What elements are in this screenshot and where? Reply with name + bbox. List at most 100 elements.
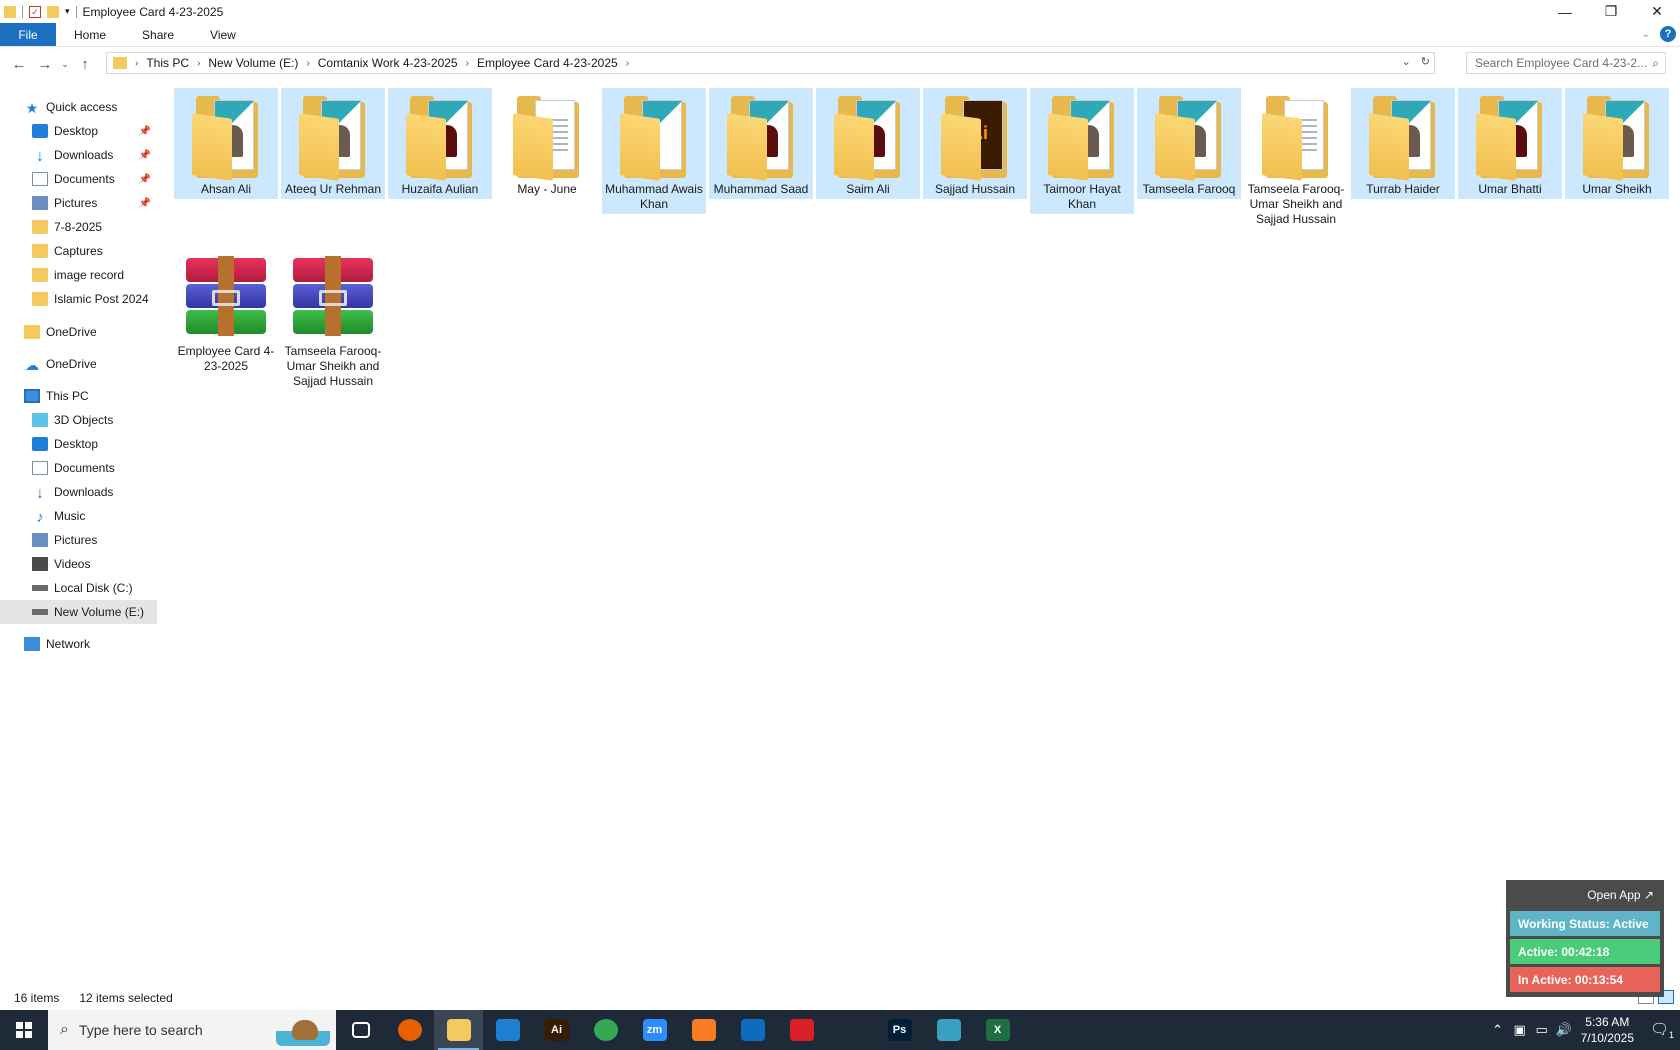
taskbar-pen-tool[interactable] (826, 1010, 875, 1050)
nav-quick-folder[interactable]: Islamic Post 2024 (0, 287, 157, 311)
nav-pictures[interactable]: Pictures (0, 528, 157, 552)
folder-item[interactable]: AiSajjad Hussain (923, 88, 1027, 199)
tab-home[interactable]: Home (56, 23, 124, 46)
pin-icon[interactable]: 📌 (139, 198, 151, 209)
breadcrumb-new-volume[interactable]: New Volume (E:) (208, 56, 298, 70)
start-button[interactable] (0, 1010, 48, 1050)
nav-quick-pictures[interactable]: Pictures 📌 (0, 191, 157, 215)
clock-time: 5:36 AM (1585, 1015, 1630, 1029)
folder-item[interactable]: Saim Ali (816, 88, 920, 199)
taskbar-creative-cloud[interactable] (777, 1010, 826, 1050)
nav-quick-folder[interactable]: 7-8-2025 (0, 215, 157, 239)
minimize-button[interactable]: — (1542, 0, 1588, 23)
item-name: Employee Card 4-23-2025 (177, 344, 275, 373)
device-icon[interactable]: ▣ (1509, 1022, 1531, 1038)
notification-icon[interactable]: 🗨1 (1644, 1020, 1680, 1040)
customize-qat-icon[interactable]: ▾ (65, 6, 70, 17)
taskbar-gem-app[interactable] (924, 1010, 973, 1050)
pin-icon[interactable]: 📌 (139, 174, 151, 185)
nav-onedrive[interactable]: ☁ OneDrive (0, 352, 157, 376)
folder-item[interactable]: Umar Sheikh (1565, 88, 1669, 199)
divider (22, 5, 23, 18)
taskbar-excel[interactable]: X (973, 1010, 1022, 1050)
folder-item[interactable]: Tamseela Farooq (1137, 88, 1241, 199)
breadcrumb-separator: › (197, 57, 201, 69)
refresh-icon[interactable]: ↻ (1421, 55, 1430, 68)
volume-icon[interactable]: 🔊 (1553, 1022, 1575, 1038)
folder-item[interactable]: Tamseela Farooq- Umar Sheikh and Sajjad … (1244, 88, 1348, 229)
zoom-icon: zm (642, 1019, 667, 1041)
breadcrumb-separator[interactable]: › (626, 58, 629, 69)
pin-icon[interactable]: 📌 (139, 150, 151, 161)
folder-item[interactable]: Ahsan Ali (174, 88, 278, 199)
breadcrumb-employee-card[interactable]: Employee Card 4-23-2025 (477, 56, 618, 70)
folder-item[interactable]: Turrab Haider (1351, 88, 1455, 199)
chevron-down-icon[interactable]: ⌄ (1402, 55, 1411, 68)
search-input[interactable]: Search Employee Card 4-23-2... ⌕ (1466, 52, 1666, 74)
taskbar-chrome[interactable] (581, 1010, 630, 1050)
archive-item[interactable]: Tamseela Farooq- Umar Sheikh and Sajjad … (281, 250, 385, 391)
open-app-link[interactable]: Open App ↗ (1510, 884, 1660, 908)
nav-label: Network (46, 637, 91, 651)
nav-new-volume[interactable]: New Volume (E:) (0, 600, 157, 624)
nav-3d-objects[interactable]: 3D Objects (0, 408, 157, 432)
folder-item[interactable]: Ateeq Ur Rehman (281, 88, 385, 199)
help-icon[interactable]: ? (1660, 26, 1676, 42)
chevron-up-icon[interactable]: ⌃ (1487, 1022, 1509, 1038)
nav-quick-documents[interactable]: Documents 📌 (0, 167, 157, 191)
nav-desktop[interactable]: Desktop (0, 432, 157, 456)
taskbar-task-view[interactable] (336, 1010, 385, 1050)
taskbar-illustrator[interactable]: Ai (532, 1010, 581, 1050)
search-highlight-icon (276, 1016, 330, 1046)
folder-item[interactable]: Huzaifa Aulian (388, 88, 492, 199)
close-button[interactable]: ✕ (1634, 0, 1680, 23)
breadcrumb-comtanix-work[interactable]: Comtanix Work 4-23-2025 (318, 56, 458, 70)
nav-network[interactable]: Network (0, 632, 157, 656)
back-button[interactable]: ← (6, 56, 32, 73)
nav-documents[interactable]: Documents (0, 456, 157, 480)
clock[interactable]: 5:36 AM 7/10/2025 (1581, 1014, 1634, 1046)
breadcrumb-this-pc[interactable]: This PC (146, 56, 189, 70)
forward-button[interactable]: → (32, 56, 58, 73)
nav-videos[interactable]: Videos (0, 552, 157, 576)
nav-this-pc[interactable]: This PC (0, 384, 157, 408)
folder-item[interactable]: Muhammad Awais Khan (602, 88, 706, 214)
taskbar-firefox[interactable] (385, 1010, 434, 1050)
folder-item[interactable]: Muhammad Saad (709, 88, 813, 199)
tab-view[interactable]: View (192, 23, 254, 46)
archive-item[interactable]: Employee Card 4-23-2025 (174, 250, 278, 376)
pin-icon[interactable]: 📌 (139, 126, 151, 137)
network-icon[interactable]: ▭ (1531, 1022, 1553, 1038)
taskbar-outlook[interactable] (728, 1010, 777, 1050)
folder-item[interactable]: Umar Bhatti (1458, 88, 1562, 199)
nav-onedrive-personal[interactable]: OneDrive (0, 320, 157, 344)
folder-item[interactable]: May - June (495, 88, 599, 199)
taskbar-zoom[interactable]: zm (630, 1010, 679, 1050)
nav-quick-folder[interactable]: image record (0, 263, 157, 287)
taskbar-vscode[interactable] (483, 1010, 532, 1050)
tab-share[interactable]: Share (124, 23, 192, 46)
nav-downloads[interactable]: ↓ Downloads (0, 480, 157, 504)
item-name: Sajjad Hussain (934, 182, 1016, 196)
properties-icon[interactable]: ✓ (29, 5, 41, 18)
new-folder-icon[interactable] (47, 5, 59, 18)
taskbar-file-explorer[interactable] (434, 1010, 483, 1050)
taskbar-xampp[interactable] (679, 1010, 728, 1050)
expand-ribbon-icon[interactable]: ⌄ (1642, 29, 1650, 40)
recent-locations-icon[interactable]: ⌄ (58, 59, 72, 70)
restore-button[interactable]: ❐ (1588, 0, 1634, 23)
nav-quick-desktop[interactable]: Desktop 📌 (0, 119, 157, 143)
nav-quick-folder[interactable]: Captures (0, 239, 157, 263)
nav-local-disk[interactable]: Local Disk (C:) (0, 576, 157, 600)
nav-quick-access[interactable]: ★ Quick access (0, 95, 157, 119)
computer-icon (24, 389, 40, 403)
up-button[interactable]: ↑ (72, 56, 98, 73)
nav-quick-downloads[interactable]: ↓ Downloads 📌 (0, 143, 157, 167)
tab-file[interactable]: File (0, 23, 56, 46)
taskbar-search[interactable]: ⌕ Type here to search (48, 1010, 336, 1050)
taskbar-photoshop[interactable]: Ps (875, 1010, 924, 1050)
nav-music[interactable]: ♪ Music (0, 504, 157, 528)
address-bar[interactable]: › This PC › New Volume (E:) › Comtanix W… (106, 52, 1435, 74)
folder-item[interactable]: Taimoor Hayat Khan (1030, 88, 1134, 214)
drive-icon (32, 585, 48, 591)
